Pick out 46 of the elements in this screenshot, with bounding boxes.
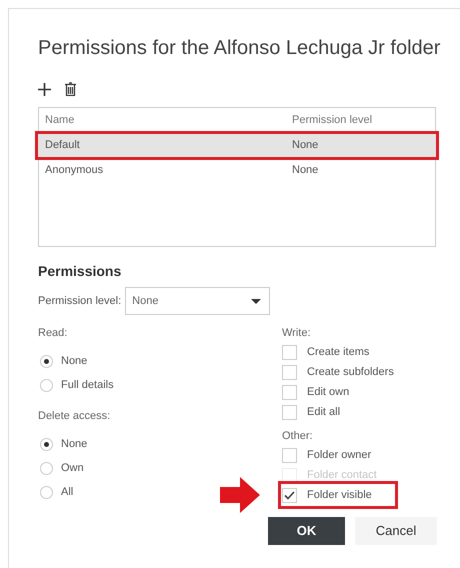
checkbox-label: Create subfolders <box>307 364 394 380</box>
checkbox-label: Create items <box>307 344 370 360</box>
radio-label: None <box>61 436 88 452</box>
checkbox[interactable] <box>282 488 297 502</box>
group-label: Write: <box>282 326 312 341</box>
table-cell-text: Default <box>44 138 81 154</box>
radio-button[interactable] <box>40 462 53 474</box>
radio-label: Full details <box>61 378 114 393</box>
checkbox-label: Edit own <box>307 384 350 400</box>
table-cell-text: None <box>292 138 318 154</box>
group-label: Read: <box>38 326 68 341</box>
table-row[interactable]: Anonymous None <box>39 158 435 183</box>
ok-button[interactable]: OK <box>268 517 345 545</box>
group-label: Delete access: <box>38 409 112 424</box>
checkbox[interactable] <box>282 404 297 420</box>
permission-level-dropdown[interactable]: None <box>125 287 270 315</box>
add-icon[interactable] <box>38 82 51 96</box>
checkbox[interactable] <box>282 364 297 380</box>
group-label: Other: <box>282 429 314 444</box>
checkbox[interactable] <box>282 384 297 400</box>
arrow-icon <box>220 477 260 513</box>
dropdown-caret-icon <box>251 298 262 304</box>
table-cell-text: None <box>292 163 318 178</box>
radio-button[interactable] <box>40 354 53 368</box>
column-header: Name <box>44 113 76 128</box>
radio-button[interactable] <box>40 378 53 392</box>
table-row[interactable]: Default None <box>37 133 437 158</box>
section-heading: Permissions <box>38 262 122 281</box>
column-header: Permission level <box>292 113 372 128</box>
radio-button[interactable] <box>40 438 53 450</box>
delete-icon[interactable] <box>65 82 76 96</box>
radio-button[interactable] <box>40 486 53 498</box>
radio-label: None <box>61 354 88 369</box>
checkbox[interactable] <box>282 344 297 360</box>
checkbox[interactable] <box>282 448 297 462</box>
radio-label: Own <box>61 460 84 476</box>
table-cell-text: Anonymous <box>44 163 104 178</box>
cancel-button[interactable]: Cancel <box>355 517 437 545</box>
checkmark-icon <box>284 490 295 500</box>
checkbox-label: Folder visible <box>307 488 372 503</box>
checkbox-label: Folder contact <box>307 468 377 483</box>
radio-label: All <box>61 484 74 500</box>
checkbox-label: Folder owner <box>307 448 372 463</box>
field-label: Permission level: <box>38 294 122 309</box>
dialog-title: Permissions for the Alfonso Lechuga Jr folder <box>38 36 442 61</box>
checkbox-label: Edit all <box>307 404 340 420</box>
